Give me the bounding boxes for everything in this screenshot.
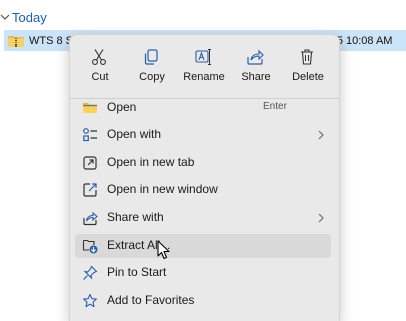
- share-icon: [247, 49, 264, 65]
- folder-icon: [83, 103, 97, 113]
- pin-icon: [83, 265, 98, 280]
- context-menu: Cut Copy Rename Share Delete Open Enter …: [69, 34, 340, 321]
- mouse-pointer-icon: [157, 240, 170, 260]
- group-header-today[interactable]: Today: [0, 7, 47, 27]
- new-tab-icon: [83, 156, 97, 170]
- rename-label: Rename: [183, 71, 225, 83]
- shortcut-hint: Enter: [263, 101, 287, 112]
- menu-item-open-new-window[interactable]: Open in new window: [75, 178, 331, 202]
- chevron-down-icon: [0, 14, 10, 20]
- menu-item-open-new-tab[interactable]: Open in new tab: [75, 151, 331, 175]
- scissors-icon: [92, 49, 106, 65]
- extract-icon: [82, 239, 98, 254]
- menu-item-open[interactable]: Open Enter: [75, 96, 331, 120]
- rename-button[interactable]: Rename: [178, 43, 230, 93]
- share-with-icon: [83, 211, 98, 226]
- rename-icon: [195, 49, 211, 65]
- star-icon: [83, 293, 97, 308]
- cut-button[interactable]: Cut: [74, 43, 126, 93]
- menu-item-pin-to-start[interactable]: Pin to Start: [75, 261, 331, 285]
- menu-item-label: Open with: [107, 127, 162, 141]
- share-button[interactable]: Share: [230, 43, 282, 93]
- context-menu-toolbar: Cut Copy Rename Share Delete: [70, 43, 339, 93]
- copy-label: Copy: [139, 71, 165, 83]
- chevron-right-icon: [318, 213, 324, 223]
- menu-item-extract-all[interactable]: Extract All...: [75, 234, 331, 258]
- zip-folder-icon: [8, 36, 24, 47]
- menu-item-add-to-favorites[interactable]: Add to Favorites: [75, 289, 331, 313]
- share-label: Share: [241, 71, 271, 83]
- menu-item-label: Share with: [107, 210, 164, 224]
- menu-item-share-with[interactable]: Share with: [75, 206, 331, 230]
- copy-button[interactable]: Copy: [126, 43, 178, 93]
- menu-item-label: Open in new tab: [107, 155, 195, 169]
- chevron-right-icon: [318, 130, 324, 140]
- delete-label: Delete: [292, 71, 324, 83]
- cut-label: Cut: [91, 71, 109, 83]
- menu-item-open-with[interactable]: Open with: [75, 123, 331, 147]
- menu-item-label: Pin to Start: [107, 265, 167, 279]
- menu-item-label: Add to Favorites: [107, 293, 195, 307]
- delete-button[interactable]: Delete: [282, 43, 334, 93]
- group-header-label: Today: [12, 9, 47, 25]
- menu-item-label: Open: [107, 100, 137, 114]
- new-window-icon: [83, 183, 97, 197]
- trash-icon: [301, 49, 313, 65]
- open-with-icon: [83, 128, 97, 142]
- copy-icon: [144, 49, 158, 65]
- menu-item-label: Open in new window: [107, 182, 218, 196]
